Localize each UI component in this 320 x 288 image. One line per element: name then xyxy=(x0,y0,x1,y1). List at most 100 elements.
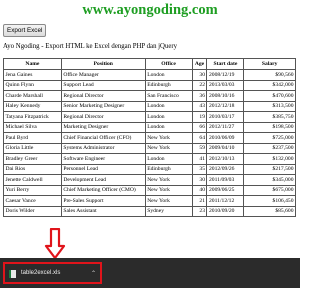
table-row: Yuri Berry Chief Marketing Officer (CMO) N… xyxy=(3,184,296,196)
cell-age: 64 xyxy=(191,132,208,144)
table-row: Caesar Vance Pre-Sales Support New York 21 2… xyxy=(3,195,296,207)
cell-salary: $217,500 xyxy=(243,163,296,175)
cell-start-date: 2011/12/12 xyxy=(206,195,245,207)
header-age: Age xyxy=(191,58,208,70)
cell-office: London xyxy=(144,100,193,112)
cell-office: London xyxy=(144,69,193,81)
cell-name: Doris Wilder xyxy=(3,205,62,217)
cell-salary: $313,500 xyxy=(243,100,296,112)
cell-office: New York xyxy=(144,195,193,207)
cell-age: 22 xyxy=(191,79,208,91)
cell-age: 35 xyxy=(191,163,208,175)
header-start-date: Start date xyxy=(206,58,245,70)
cell-name: Quinn Flynn xyxy=(3,79,62,91)
cell-age: 66 xyxy=(191,121,208,133)
cell-office: Edinburgh xyxy=(144,79,193,91)
cell-name: Bradley Greer xyxy=(3,153,62,165)
header-name: Name xyxy=(3,58,62,70)
cell-age: 41 xyxy=(191,153,208,165)
export-excel-button[interactable]: Export Excel xyxy=(3,24,47,37)
table-row: Paul Byrd Chief Financial Officer (CFO) Ne… xyxy=(3,132,296,144)
cell-office: New York xyxy=(144,142,193,154)
cell-position: Personnel Lead xyxy=(60,163,146,175)
page: www.ayongoding.com Export Excel Ayo Ngod… xyxy=(0,0,300,288)
cell-name: Gloria Little xyxy=(3,142,62,154)
cell-position: Systems Administrator xyxy=(60,142,146,154)
table-body: Jena Gaines Office Manager London 30 2008/12… xyxy=(3,69,296,217)
cell-start-date: 2008/12/19 xyxy=(206,69,245,81)
cell-name: Charde Marshall xyxy=(3,90,62,102)
excel-file-icon xyxy=(9,270,16,278)
cell-name: Michael Silva xyxy=(3,121,62,133)
table-row: Haley Kennedy Senior Marketing Designer Lo… xyxy=(3,100,296,112)
cell-name: Paul Byrd xyxy=(3,132,62,144)
cell-position: Pre-Sales Support xyxy=(60,195,146,207)
page-subtitle: Ayo Ngoding - Export HTML ke Excel denga… xyxy=(3,43,178,50)
download-item[interactable]: table2excel.xls ⌃ xyxy=(3,262,102,284)
cell-salary: $675,000 xyxy=(243,184,296,196)
cell-position: Regional Director xyxy=(60,90,146,102)
cell-position: Chief Financial Officer (CFO) xyxy=(60,132,146,144)
cell-office: London xyxy=(144,111,193,123)
cell-start-date: 2012/12/18 xyxy=(206,100,245,112)
cell-position: Office Manager xyxy=(60,69,146,81)
cell-start-date: 2010/09/20 xyxy=(206,205,245,217)
header-position: Position xyxy=(60,58,146,70)
cell-position: Senior Marketing Designer xyxy=(60,100,146,112)
table-row: Gloria Little Systems Administrator New Yo… xyxy=(3,142,296,154)
table-row: Quinn Flynn Support Lead Edinburgh 22 2013/0… xyxy=(3,79,296,91)
site-title: www.ayongoding.com xyxy=(82,2,218,18)
table-row: Jenette Caldwell Development Lead New York… xyxy=(3,174,296,186)
cell-office: San Francisco xyxy=(144,90,193,102)
table-header-row: Name Position Office Age Start date Sala… xyxy=(3,58,296,70)
table-row: Charde Marshall Regional Director San Fran… xyxy=(3,90,296,102)
cell-position: Development Lead xyxy=(60,174,146,186)
cell-salary: $90,560 xyxy=(243,69,296,81)
cell-salary: $345,000 xyxy=(243,174,296,186)
red-down-arrow xyxy=(44,228,66,260)
cell-name: Caesar Vance xyxy=(3,195,62,207)
cell-age: 30 xyxy=(191,69,208,81)
cell-salary: $342,000 xyxy=(243,79,296,91)
cell-position: Chief Marketing Officer (CMO) xyxy=(60,184,146,196)
cell-salary: $132,000 xyxy=(243,153,296,165)
download-file-name[interactable]: table2excel.xls xyxy=(21,269,60,278)
cell-name: Jenette Caldwell xyxy=(3,174,62,186)
cell-office: Sydney xyxy=(144,205,193,217)
cell-start-date: 2008/10/16 xyxy=(206,90,245,102)
header-salary: Salary xyxy=(243,58,296,70)
cell-office: London xyxy=(144,153,193,165)
cell-name: Dai Rios xyxy=(3,163,62,175)
table-row: Bradley Greer Software Engineer London 41 20… xyxy=(3,153,296,165)
cell-office: New York xyxy=(144,184,193,196)
cell-office: New York xyxy=(144,132,193,144)
chevron-up-icon[interactable]: ⌃ xyxy=(91,269,96,278)
table-row: Michael Silva Marketing Designer London 66 2… xyxy=(3,121,296,133)
cell-start-date: 2011/09/03 xyxy=(206,174,245,186)
table-row: Dai Rios Personnel Lead Edinburgh 35 2012/09… xyxy=(3,163,296,175)
cell-position: Sales Assistant xyxy=(60,205,146,217)
cell-start-date: 2010/06/09 xyxy=(206,132,245,144)
cell-position: Marketing Designer xyxy=(60,121,146,133)
table-row: Doris Wilder Sales Assistant Sydney 23 2010/… xyxy=(3,205,296,217)
cell-age: 36 xyxy=(191,90,208,102)
cell-name: Haley Kennedy xyxy=(3,100,62,112)
cell-start-date: 2012/10/13 xyxy=(206,153,245,165)
cell-age: 21 xyxy=(191,195,208,207)
cell-salary: $198,500 xyxy=(243,121,296,133)
cell-position: Software Engineer xyxy=(60,153,146,165)
cell-salary: $106,450 xyxy=(243,195,296,207)
cell-name: Tatyana Fitzpatrick xyxy=(3,111,62,123)
table-row: Jena Gaines Office Manager London 30 2008/12… xyxy=(3,69,296,81)
cell-salary: $725,000 xyxy=(243,132,296,144)
cell-age: 43 xyxy=(191,100,208,112)
employee-table: Name Position Office Age Start date Sala… xyxy=(3,58,296,217)
cell-start-date: 2009/04/10 xyxy=(206,142,245,154)
cell-start-date: 2009/06/25 xyxy=(206,184,245,196)
cell-name: Yuri Berry xyxy=(3,184,62,196)
cell-position: Support Lead xyxy=(60,79,146,91)
cell-start-date: 2012/09/26 xyxy=(206,163,245,175)
cell-start-date: 2013/03/03 xyxy=(206,79,245,91)
table-row: Tatyana Fitzpatrick Regional Director Lond… xyxy=(3,111,296,123)
cell-office: New York xyxy=(144,174,193,186)
